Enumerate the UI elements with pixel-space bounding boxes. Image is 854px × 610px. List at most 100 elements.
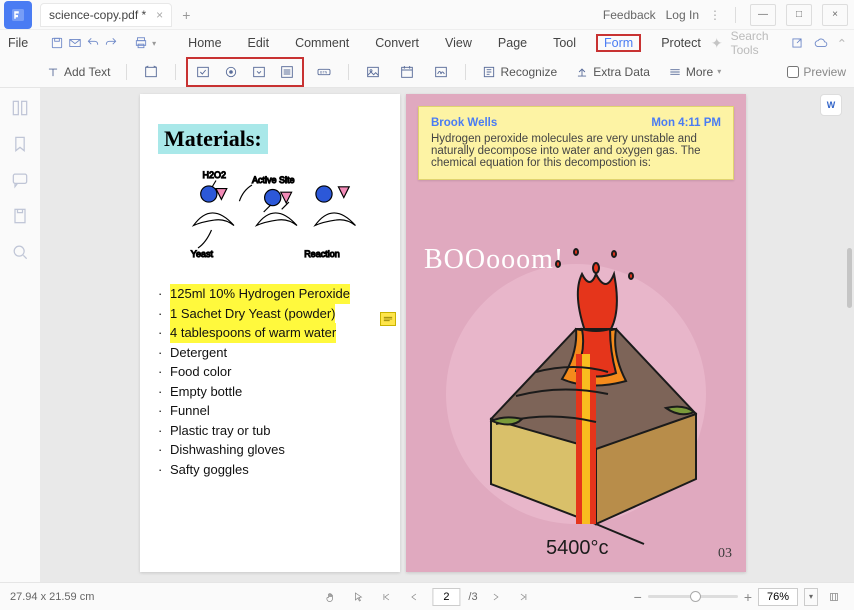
more-button[interactable]: More ▾ [662, 65, 727, 79]
list-item: Empty bottle [170, 382, 242, 402]
list-item: Safty goggles [170, 460, 249, 480]
signature-field-icon[interactable] [427, 60, 455, 84]
maximize-button[interactable]: □ [786, 4, 812, 26]
feedback-link[interactable]: Feedback [603, 8, 656, 22]
zoom-in-icon[interactable]: + [744, 589, 752, 605]
bookmarks-icon[interactable] [10, 134, 30, 152]
print-caret-icon[interactable]: ▾ [152, 39, 156, 48]
more-label: More [686, 65, 713, 79]
divider [465, 64, 466, 80]
list-item: Dishwashing gloves [170, 440, 285, 460]
svg-text:BTN: BTN [320, 70, 328, 74]
zoom-thumb[interactable] [690, 591, 701, 602]
dropdown-field-icon[interactable] [245, 60, 273, 84]
last-page-icon[interactable] [514, 588, 534, 606]
fit-page-icon[interactable] [824, 588, 844, 606]
tab-tool[interactable]: Tool [547, 34, 582, 52]
attachments-icon[interactable] [10, 206, 30, 224]
close-window-button[interactable]: × [822, 4, 848, 26]
listbox-field-icon[interactable] [273, 60, 301, 84]
svg-text:Active Site: Active Site [252, 175, 295, 185]
comments-icon[interactable] [10, 170, 30, 188]
list-item: Plastic tray or tub [170, 421, 270, 441]
checkbox-field-icon[interactable] [189, 60, 217, 84]
redo-icon[interactable] [104, 32, 118, 54]
collapse-ribbon-icon[interactable]: ⌃ [837, 36, 847, 51]
save-icon[interactable] [50, 32, 64, 54]
hand-tool-icon[interactable] [320, 588, 340, 606]
thumbnails-icon[interactable] [10, 98, 30, 116]
tab-convert[interactable]: Convert [369, 34, 425, 52]
list-item: 125ml 10% Hydrogen Peroxide [170, 284, 350, 304]
prev-page-icon[interactable] [404, 588, 424, 606]
first-page-icon[interactable] [376, 588, 396, 606]
add-text-button[interactable]: Add Text [40, 65, 116, 79]
preview-checkbox[interactable] [787, 66, 799, 78]
list-item: Detergent [170, 343, 227, 363]
undo-icon[interactable] [86, 32, 100, 54]
page-2-right: Brook Wells Mon 4:11 PM Hydrogen peroxid… [406, 94, 746, 572]
page-number: 03 [718, 546, 732, 562]
tab-page[interactable]: Page [492, 34, 533, 52]
page-total: /3 [468, 591, 477, 603]
open-external-icon[interactable] [789, 32, 805, 54]
list-item: Funnel [170, 401, 210, 421]
zoom-out-icon[interactable]: − [634, 589, 642, 605]
preview-label: Preview [803, 65, 846, 79]
scrollbar-thumb[interactable] [847, 248, 852, 308]
wand-icon[interactable]: ✦ [711, 35, 723, 52]
word-export-badge[interactable]: W [820, 94, 842, 116]
tab-protect[interactable]: Protect [655, 34, 707, 52]
search-tools-input[interactable]: Search Tools [731, 29, 781, 57]
minimize-button[interactable]: — [750, 4, 776, 26]
document-tab[interactable]: science-copy.pdf * × [40, 3, 172, 27]
tab-comment[interactable]: Comment [289, 34, 355, 52]
next-page-icon[interactable] [486, 588, 506, 606]
form-edit-icon[interactable] [137, 60, 165, 84]
add-text-label: Add Text [64, 65, 110, 79]
tab-view[interactable]: View [439, 34, 478, 52]
button-field-icon[interactable]: BTN [310, 60, 338, 84]
preview-toggle[interactable]: Preview [787, 65, 846, 79]
zoom-input[interactable] [758, 588, 798, 606]
note-body: Hydrogen peroxide molecules are very uns… [431, 133, 721, 169]
radio-field-icon[interactable] [217, 60, 245, 84]
list-item: Food color [170, 362, 231, 382]
zoom-slider[interactable] [648, 595, 738, 598]
recognize-button[interactable]: Recognize [476, 65, 563, 79]
tab-edit[interactable]: Edit [242, 34, 276, 52]
sticky-note[interactable]: Brook Wells Mon 4:11 PM Hydrogen peroxid… [418, 106, 734, 180]
image-field-icon[interactable] [359, 60, 387, 84]
divider [126, 64, 127, 80]
zoom-dropdown-icon[interactable]: ▾ [804, 588, 818, 606]
cloud-icon[interactable] [813, 32, 829, 54]
close-icon[interactable]: × [156, 8, 163, 22]
kebab-icon[interactable]: ⋮ [709, 8, 721, 22]
recognize-label: Recognize [500, 65, 557, 79]
new-tab-button[interactable]: + [182, 7, 190, 23]
form-field-group [186, 57, 304, 87]
materials-list: ·125ml 10% Hydrogen Peroxide ·1 Sachet D… [158, 284, 382, 479]
extra-data-button[interactable]: Extra Data [569, 65, 656, 79]
page-2-left: Materials: H2O2 Active Site [140, 94, 400, 572]
select-tool-icon[interactable] [348, 588, 368, 606]
login-link[interactable]: Log In [666, 8, 699, 22]
svg-text:5400°c: 5400°c [546, 537, 609, 554]
mail-icon[interactable] [68, 32, 82, 54]
tab-form[interactable]: Form [596, 34, 641, 52]
divider [175, 64, 176, 80]
note-marker-icon[interactable] [380, 312, 396, 326]
document-tab-title: science-copy.pdf * [49, 8, 146, 22]
print-icon[interactable] [134, 32, 148, 54]
enzyme-diagram: H2O2 Active Site [158, 166, 382, 276]
extra-data-label: Extra Data [593, 65, 650, 79]
date-field-icon[interactable] [393, 60, 421, 84]
file-menu[interactable]: File [8, 36, 28, 50]
search-icon[interactable] [10, 242, 30, 260]
note-author: Brook Wells [431, 117, 497, 129]
tab-home[interactable]: Home [182, 34, 227, 52]
page-input[interactable] [432, 588, 460, 606]
list-item: 4 tablespoons of warm water [170, 323, 336, 343]
svg-text:Reaction: Reaction [304, 249, 340, 259]
chevron-down-icon: ▾ [717, 67, 721, 76]
